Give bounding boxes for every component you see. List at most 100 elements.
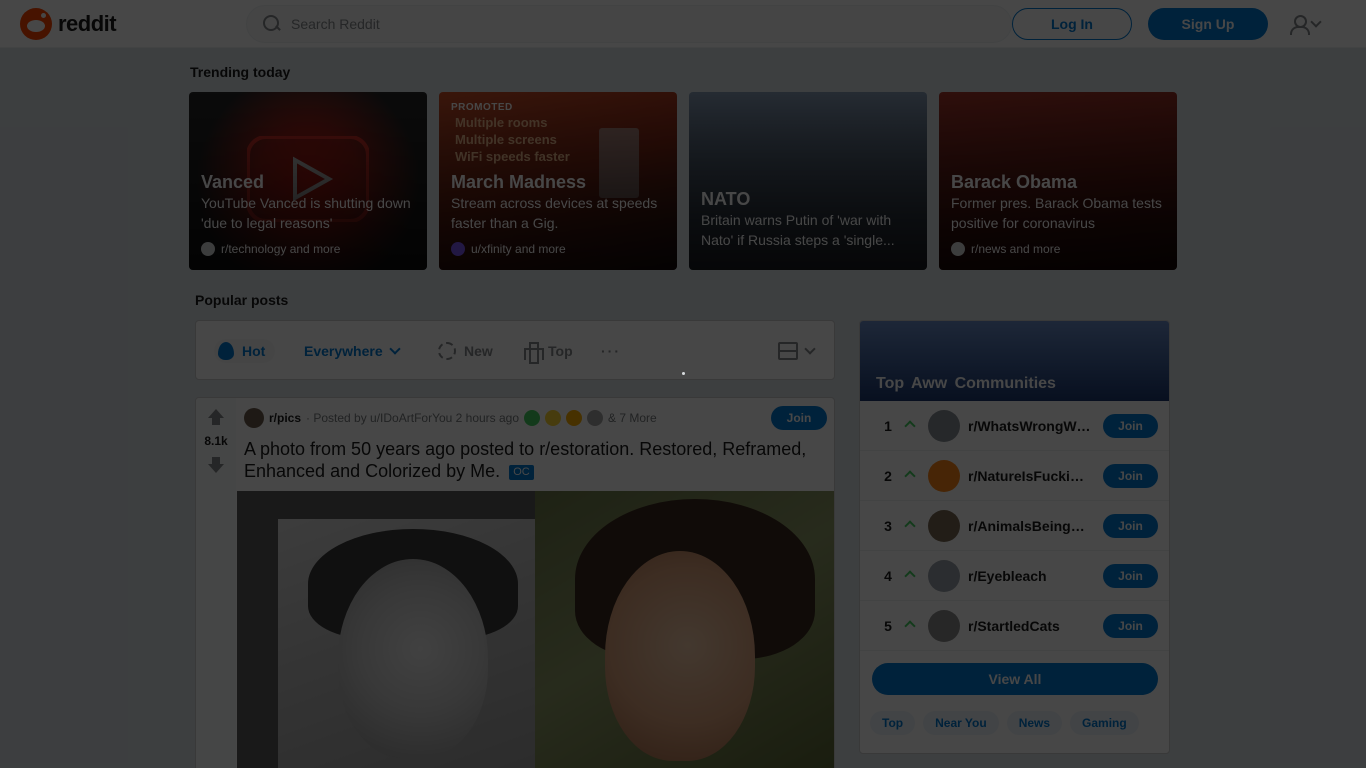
more-options-button[interactable]: ··· <box>601 339 621 363</box>
card-layout-icon <box>778 342 798 360</box>
community-name[interactable]: r/Eyebleach <box>968 568 1092 584</box>
community-avatar <box>928 410 960 442</box>
trending-card-march-madness[interactable]: PROMOTED Multiple rooms Multiple screens… <box>439 92 677 270</box>
community-rank: 4 <box>884 568 892 584</box>
community-name[interactable]: r/NatureIsFuckingLit <box>968 468 1092 484</box>
log-in-button[interactable]: Log In <box>1012 8 1132 40</box>
loading-indicator <box>682 372 685 375</box>
sign-up-button[interactable]: Sign Up <box>1148 8 1268 40</box>
flame-icon <box>218 342 234 360</box>
post-image[interactable] <box>237 491 834 768</box>
card-title: Vanced <box>201 172 265 192</box>
community-avatar <box>928 610 960 642</box>
community-row[interactable]: 3 r/AnimalsBeingBros Join <box>860 501 1169 551</box>
search-input[interactable] <box>291 16 971 32</box>
top-icon <box>524 342 544 364</box>
join-subreddit-button[interactable]: Join <box>771 406 827 430</box>
rank-up-icon <box>904 420 916 432</box>
xfinity-icon <box>451 242 465 256</box>
subreddit-link[interactable]: r/pics <box>269 411 301 425</box>
tab-top[interactable]: Top <box>870 711 916 735</box>
tab-near-you[interactable]: Near You <box>923 711 999 735</box>
rank-up-icon <box>904 620 916 632</box>
search-icon <box>263 15 281 33</box>
posted-by: · Posted by u/IDoArtForYou 2 hours ago <box>306 411 520 425</box>
subreddit-avatar[interactable] <box>244 408 264 428</box>
tab-news[interactable]: News <box>1006 711 1063 735</box>
top-communities-card: Top Aww Communities 1 r/WhatsWrongWithYo… <box>859 320 1170 754</box>
chevron-down-icon <box>388 343 401 355</box>
location-dropdown[interactable]: Everywhere <box>304 339 401 363</box>
community-name[interactable]: r/WhatsWrongWithYourDog <box>968 418 1092 434</box>
communities-title: Top Aww Communities <box>876 375 1056 392</box>
card-subreddit: u/xfinity and more <box>451 242 566 256</box>
new-icon <box>438 342 456 360</box>
post-card[interactable]: 8.1k r/pics · Posted by u/IDoArtForYou 2… <box>195 397 835 768</box>
community-avatar <box>928 510 960 542</box>
award-icon <box>566 410 583 426</box>
tab-gaming[interactable]: Gaming <box>1070 711 1139 735</box>
user-dropdown[interactable] <box>1290 13 1330 35</box>
community-row[interactable]: 4 r/Eyebleach Join <box>860 551 1169 601</box>
join-button[interactable]: Join <box>1103 564 1158 588</box>
community-name[interactable]: r/StartledCats <box>968 618 1092 634</box>
award-icon <box>524 410 541 426</box>
photo-frame <box>278 519 536 768</box>
join-button[interactable]: Join <box>1103 614 1158 638</box>
join-button[interactable]: Join <box>1103 464 1158 488</box>
card-subreddit: r/news and more <box>951 242 1060 256</box>
rank-up-icon <box>904 570 916 582</box>
post-title[interactable]: A photo from 50 years ago posted to r/es… <box>244 438 829 482</box>
card-title: NATO <box>701 189 751 209</box>
view-all-button[interactable]: View All <box>872 663 1158 695</box>
card-subreddit-label: r/news and more <box>971 242 1061 256</box>
promo-line: WiFi speeds faster <box>455 149 570 164</box>
trending-card-vanced[interactable]: Vanced YouTube Vanced is shutting down '… <box>189 92 427 270</box>
sort-hot-label: Hot <box>242 343 266 359</box>
community-row[interactable]: 2 r/NatureIsFuckingLit Join <box>860 451 1169 501</box>
join-button[interactable]: Join <box>1103 414 1158 438</box>
location-label: Everywhere <box>304 343 383 359</box>
popular-posts-title: Popular posts <box>195 292 289 308</box>
trending-card-barack-obama[interactable]: Barack Obama Former pres. Barack Obama t… <box>939 92 1177 270</box>
card-subreddit: r/technology and more <box>201 242 340 256</box>
community-row[interactable]: 1 r/WhatsWrongWithYourDog Join <box>860 401 1169 451</box>
community-rank: 1 <box>884 418 892 434</box>
top-header: reddit Log In Sign Up <box>0 0 1366 48</box>
sort-hot-button[interactable]: Hot <box>214 339 276 363</box>
reddit-snoo-icon <box>20 8 52 40</box>
promo-line: Multiple screens <box>455 132 557 147</box>
vote-count: 8.1k <box>204 434 228 448</box>
join-button[interactable]: Join <box>1103 514 1158 538</box>
oc-flair: OC <box>509 464 534 480</box>
community-rank: 5 <box>884 618 892 634</box>
award-icon <box>587 410 604 426</box>
chevron-down-icon <box>804 343 816 355</box>
vote-column: 8.1k <box>196 398 236 768</box>
sort-new-button[interactable]: New <box>438 339 493 363</box>
search-bar[interactable] <box>246 5 1012 43</box>
community-rank: 3 <box>884 518 892 534</box>
rank-up-icon <box>904 520 916 532</box>
community-avatar <box>928 560 960 592</box>
downvote-icon[interactable] <box>207 456 225 474</box>
layout-switch-button[interactable] <box>778 339 816 363</box>
card-subreddit-label: u/xfinity and more <box>471 242 566 256</box>
community-avatar <box>928 460 960 492</box>
card-title: Barack Obama <box>951 172 1078 192</box>
award-icon <box>545 410 562 426</box>
promoted-label: PROMOTED <box>451 102 513 113</box>
user-icon <box>1290 14 1310 35</box>
original-photo <box>237 491 536 768</box>
trending-card-nato[interactable]: NATO Britain warns Putin of 'war with Na… <box>689 92 927 270</box>
upvote-icon[interactable] <box>207 408 225 426</box>
sort-top-button[interactable]: Top <box>524 339 573 364</box>
reddit-logo[interactable]: reddit <box>20 8 117 40</box>
post-meta: r/pics · Posted by u/IDoArtForYou 2 hour… <box>244 408 657 428</box>
community-name[interactable]: r/AnimalsBeingBros <box>968 518 1092 534</box>
community-row[interactable]: 5 r/StartledCats Join <box>860 601 1169 651</box>
logo-text: reddit <box>58 11 117 36</box>
rank-up-icon <box>904 470 916 482</box>
card-description: Former pres. Barack Obama tests positive… <box>951 195 1162 231</box>
photo-face <box>605 551 755 761</box>
